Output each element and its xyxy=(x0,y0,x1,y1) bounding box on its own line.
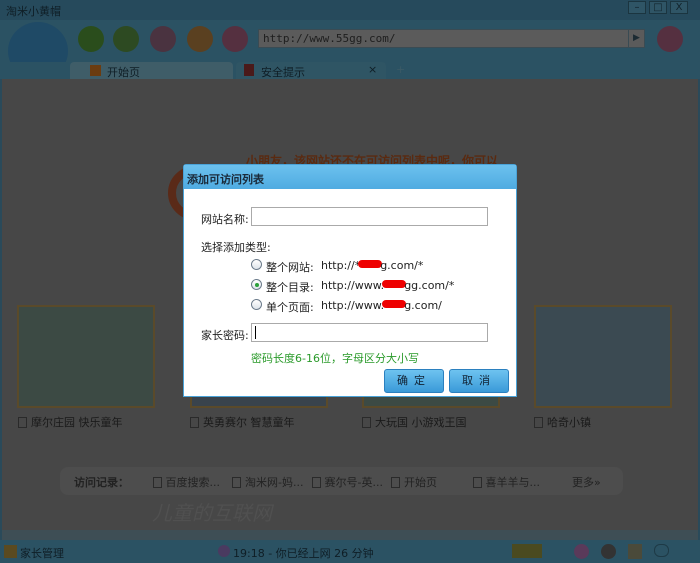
horizontal-scrollbar[interactable] xyxy=(2,530,698,540)
page-icon xyxy=(362,417,371,428)
site-link[interactable]: 摩尔庄园 快乐童年 xyxy=(18,414,123,430)
close-button[interactable]: X xyxy=(670,1,688,14)
parent-icon xyxy=(4,545,17,558)
back-icon[interactable] xyxy=(78,26,104,52)
window-title: 淘米小黄帽 xyxy=(6,5,61,18)
more-link[interactable]: 更多» xyxy=(572,476,601,489)
tab-start[interactable]: 开始页 xyxy=(70,62,233,79)
history-item[interactable]: 喜羊羊与... xyxy=(472,474,569,490)
power-icon[interactable] xyxy=(512,544,542,558)
option-directory[interactable]: 整个目录: http://www. gg.com/* xyxy=(251,279,491,294)
start-icon xyxy=(90,65,101,76)
history-item[interactable]: 赛尔号-英... xyxy=(311,474,388,490)
maximize-button[interactable]: □ xyxy=(649,1,667,14)
site-thumbnail[interactable] xyxy=(534,305,672,408)
page-icon xyxy=(534,417,543,428)
status-bar: 家长管理 19:18 - 你已经上网 26 分钟 xyxy=(0,540,700,563)
site-label: 摩尔庄园 快乐童年 xyxy=(31,416,123,429)
radio-button-selected[interactable] xyxy=(251,279,262,290)
site-name-label: 网站名称: xyxy=(201,213,249,226)
site-thumbnail[interactable] xyxy=(17,305,155,408)
slogan: 儿童的互联网 xyxy=(152,501,272,525)
type-label: 选择添加类型: xyxy=(201,241,271,254)
radio-button[interactable] xyxy=(251,259,262,270)
text-cursor xyxy=(255,326,256,339)
home-icon[interactable] xyxy=(187,26,213,52)
site-link[interactable]: 大玩国 小游戏王国 xyxy=(362,414,467,430)
clock-icon xyxy=(218,545,230,557)
online-time: 19:18 - 你已经上网 26 分钟 xyxy=(233,547,374,560)
history-item[interactable]: 开始页 xyxy=(391,474,469,490)
forward-icon[interactable] xyxy=(113,26,139,52)
history-title: 访问记录： xyxy=(74,476,129,489)
parent-management-button[interactable]: 家长管理 xyxy=(20,545,64,561)
site-link[interactable]: 哈奇小镇 xyxy=(534,414,591,430)
option-single-page[interactable]: 单个页面: http://www. g.com/ xyxy=(251,299,491,314)
tab-label: 安全提示 xyxy=(261,66,305,79)
radio-button[interactable] xyxy=(251,299,262,310)
history-item[interactable]: 百度搜索... xyxy=(152,474,229,490)
refresh-icon[interactable] xyxy=(150,26,176,52)
go-button[interactable]: ▶ xyxy=(628,30,644,47)
color-icon[interactable] xyxy=(574,544,589,559)
page-icon xyxy=(190,417,199,428)
password-input[interactable] xyxy=(251,323,488,342)
password-label: 家长密码: xyxy=(201,329,249,342)
site-name-input[interactable] xyxy=(251,207,488,226)
chat-icon[interactable] xyxy=(654,544,669,557)
title-bar: 淘米小黄帽 xyxy=(0,0,700,20)
site-label: 大玩国 小游戏王国 xyxy=(375,416,467,429)
history-bar: 访问记录： 百度搜索... 淘米网-妈... 赛尔号-英... 开始页 喜羊羊与… xyxy=(60,467,623,495)
new-tab-button[interactable]: + xyxy=(396,63,405,76)
dialog-title: 添加可访问列表 xyxy=(184,165,516,189)
cancel-button[interactable]: 取消 xyxy=(449,369,509,393)
tab-close-icon[interactable]: × xyxy=(368,63,377,76)
add-favorite-icon[interactable] xyxy=(657,26,683,52)
site-label: 英勇赛尔 智慧童年 xyxy=(203,416,295,429)
page-icon xyxy=(18,417,27,428)
ok-button[interactable]: 确定 xyxy=(384,369,444,393)
tab-label: 开始页 xyxy=(107,66,140,79)
add-allowed-list-dialog: 添加可访问列表 网站名称: 选择添加类型: 整个网站: http://* g.co… xyxy=(183,164,517,397)
password-hint: 密码长度6-16位，字母区分大小写 xyxy=(251,352,419,365)
option-whole-site[interactable]: 整个网站: http://* g.com/* xyxy=(251,259,491,274)
history-item[interactable]: 淘米网-妈... xyxy=(232,474,308,490)
tab-security[interactable]: 安全提示 × xyxy=(236,62,386,79)
shield-icon xyxy=(244,64,254,76)
favorites-icon[interactable] xyxy=(222,26,248,52)
site-link[interactable]: 英勇赛尔 智慧童年 xyxy=(190,414,295,430)
contrast-icon[interactable] xyxy=(601,544,616,559)
address-bar[interactable]: http://www.55gg.com/ xyxy=(258,29,645,48)
sound-icon[interactable] xyxy=(628,544,642,559)
site-label: 哈奇小镇 xyxy=(547,416,591,429)
minimize-button[interactable]: – xyxy=(628,1,646,14)
